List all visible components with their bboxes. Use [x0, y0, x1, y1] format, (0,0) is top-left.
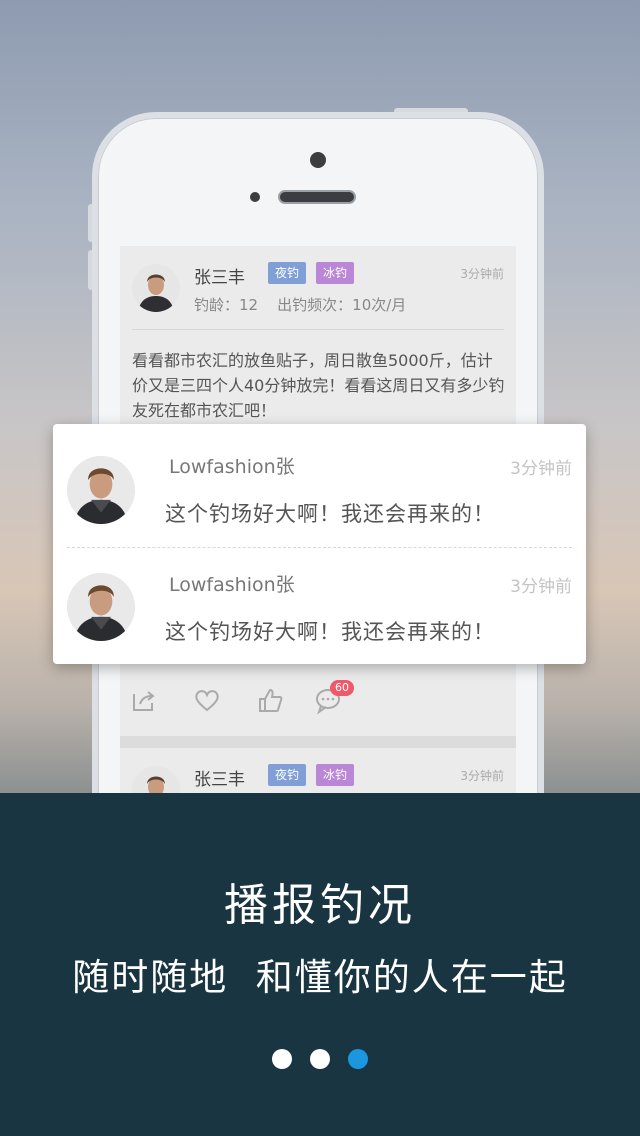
- post-action-bar: [120, 674, 516, 734]
- share-icon[interactable]: [130, 686, 158, 714]
- comment-time: 3分钟前: [510, 577, 572, 597]
- comment-popup-card: Lowfashion张 3分钟前 这个钓场好大啊！我还会再来的！ Lowfash…: [53, 424, 586, 664]
- tag-night-fishing: 夜钓: [268, 764, 307, 786]
- comment-author-name[interactable]: Lowfashion张: [169, 452, 295, 479]
- avatar[interactable]: [67, 573, 135, 641]
- banner-subline: 随时随地 和懂你的人在一起: [72, 956, 568, 999]
- tag-ice-fishing: 冰钓: [316, 764, 355, 786]
- phone-sensor: [250, 192, 260, 202]
- tag-night-fishing: 夜钓: [268, 262, 307, 284]
- onboarding-banner: 播报钓况 随时随地 和懂你的人在一起: [0, 793, 640, 1136]
- post-time: 3分钟前: [460, 769, 504, 783]
- comment-author-name[interactable]: Lowfashion张: [169, 570, 295, 597]
- comment-item[interactable]: Lowfashion张 3分钟前 这个钓场好大啊！我还会再来的！: [53, 548, 586, 664]
- page-dot[interactable]: [272, 1049, 292, 1069]
- avatar[interactable]: [132, 264, 180, 312]
- phone-camera: [310, 152, 326, 168]
- comment-text: 这个钓场好大啊！我还会再来的！: [165, 620, 495, 644]
- comment-time: 3分钟前: [510, 459, 572, 479]
- page-indicator: [0, 1049, 640, 1069]
- avatar[interactable]: [132, 766, 180, 794]
- page-dot-active[interactable]: [348, 1049, 368, 1069]
- thumbs-up-icon[interactable]: [256, 686, 284, 714]
- phone-speaker: [278, 190, 356, 204]
- heart-icon[interactable]: [193, 686, 221, 714]
- comment-count-badge: 60: [330, 680, 354, 696]
- post-time: 3分钟前: [460, 267, 504, 281]
- feed-separator: [120, 736, 516, 748]
- banner-headline: 播报钓况: [224, 880, 416, 931]
- comment-item[interactable]: Lowfashion张 3分钟前 这个钓场好大啊！我还会再来的！: [53, 424, 586, 547]
- page-dot[interactable]: [310, 1049, 330, 1069]
- post-card: 张三丰 夜钓 冰钓 3分钟前: [120, 748, 516, 794]
- post-divider: [132, 329, 504, 330]
- post-meta: 钓龄：12 出钓频次：10次/月: [194, 296, 407, 314]
- tag-ice-fishing: 冰钓: [316, 262, 355, 284]
- post-body: 看看都市农汇的放鱼贴子，周日散鱼5000斤，估计价又是三四个人40分钟放完！看看…: [132, 351, 505, 420]
- comment-text: 这个钓场好大啊！我还会再来的！: [165, 502, 495, 526]
- post-author-name[interactable]: 张三丰: [194, 765, 245, 790]
- post-author-name[interactable]: 张三丰: [194, 263, 245, 288]
- avatar[interactable]: [67, 456, 135, 524]
